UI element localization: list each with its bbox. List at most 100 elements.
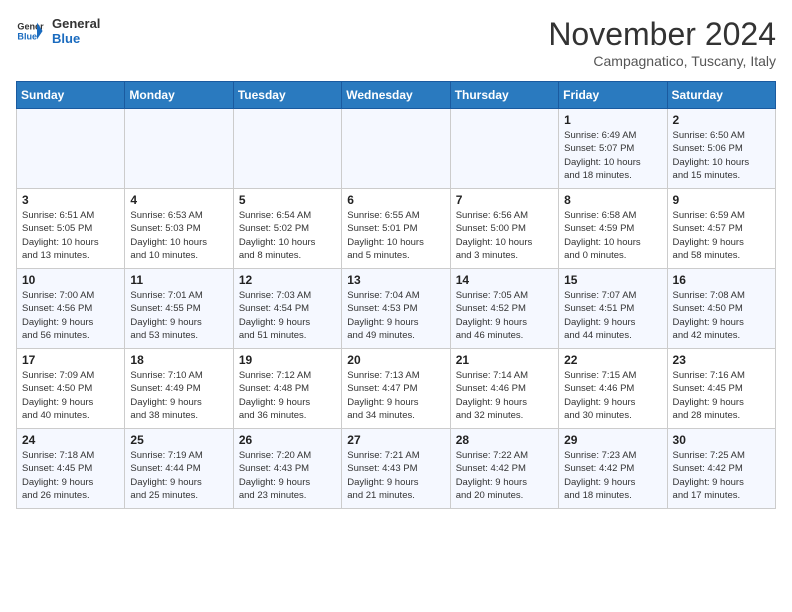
calendar-cell: 17Sunrise: 7:09 AMSunset: 4:50 PMDayligh… — [17, 349, 125, 429]
day-info-line: Daylight: 9 hours — [564, 317, 635, 328]
day-info-line: and 58 minutes. — [673, 250, 741, 261]
day-info-line: Daylight: 9 hours — [456, 477, 527, 488]
day-info-line: Sunrise: 7:19 AM — [130, 450, 202, 461]
day-info-line: Sunrise: 6:50 AM — [673, 130, 745, 141]
day-info-line: and 0 minutes. — [564, 250, 626, 261]
day-info-line: Sunrise: 7:05 AM — [456, 290, 528, 301]
logo-text-blue: Blue — [52, 31, 100, 46]
day-info-line: Sunset: 5:06 PM — [673, 143, 743, 154]
calendar-cell: 2Sunrise: 6:50 AMSunset: 5:06 PMDaylight… — [667, 109, 775, 189]
weekday-header-monday: Monday — [125, 82, 233, 109]
day-number: 9 — [673, 193, 770, 207]
day-info-line: Sunrise: 7:13 AM — [347, 370, 419, 381]
day-info-line: Daylight: 9 hours — [673, 317, 744, 328]
calendar-cell: 5Sunrise: 6:54 AMSunset: 5:02 PMDaylight… — [233, 189, 341, 269]
day-info-line: and 10 minutes. — [130, 250, 198, 261]
day-number: 26 — [239, 433, 336, 447]
day-info-line: Daylight: 9 hours — [456, 397, 527, 408]
day-info-line: Sunset: 4:48 PM — [239, 383, 309, 394]
calendar-cell — [233, 109, 341, 189]
day-number: 28 — [456, 433, 553, 447]
day-info-line: Daylight: 9 hours — [130, 317, 201, 328]
day-info: Sunrise: 6:58 AM Sunset: 4:59 PM Daylight:… — [564, 209, 661, 262]
calendar-week-1: 1Sunrise: 6:49 AMSunset: 5:07 PMDaylight… — [17, 109, 776, 189]
calendar-cell: 25Sunrise: 7:19 AMSunset: 4:44 PMDayligh… — [125, 429, 233, 509]
day-number: 13 — [347, 273, 444, 287]
day-info: Sunrise: 7:25 AMSunset: 4:42 PMDaylight:… — [673, 449, 770, 502]
day-info-line: and 5 minutes. — [347, 250, 409, 261]
day-info: Sunrise: 7:16 AMSunset: 4:45 PMDaylight:… — [673, 369, 770, 422]
calendar-week-3: 10 Sunrise: 7:00 AM Sunset: 4:56 PM Dayligh… — [17, 269, 776, 349]
calendar-cell: 10 Sunrise: 7:00 AM Sunset: 4:56 PM Dayligh… — [17, 269, 125, 349]
day-info-line: Daylight: 9 hours — [130, 397, 201, 408]
day-info-line: and 36 minutes. — [239, 410, 307, 421]
day-info-line: and 20 minutes. — [456, 490, 524, 501]
day-number: 18 — [130, 353, 227, 367]
day-info-line: Sunrise: 6:56 AM — [456, 210, 528, 221]
calendar-cell: 7 Sunrise: 6:56 AMSunset: 5:00 PMDaylight… — [450, 189, 558, 269]
day-info-line: Daylight: 9 hours — [130, 477, 201, 488]
day-info-line: Daylight: 10 hours — [347, 237, 424, 248]
page-header: General Blue General Blue November 2024 … — [16, 16, 776, 69]
day-info-line: Sunrise: 7:25 AM — [673, 450, 745, 461]
day-info-line: Daylight: 9 hours — [239, 477, 310, 488]
day-info-line: Sunset: 4:42 PM — [456, 463, 526, 474]
day-info-line: Sunset: 4:59 PM — [564, 223, 634, 234]
day-info-line: Daylight: 10 hours — [564, 237, 641, 248]
day-number: 7 — [456, 193, 553, 207]
day-info-line: Sunset: 4:49 PM — [130, 383, 200, 394]
day-info: Sunrise: 7:21 AMSunset: 4:43 PMDaylight:… — [347, 449, 444, 502]
day-info-line: Sunset: 4:47 PM — [347, 383, 417, 394]
day-info-line: Daylight: 9 hours — [22, 317, 93, 328]
day-info-line: Sunrise: 6:49 AM — [564, 130, 636, 141]
day-info-line: and 25 minutes. — [130, 490, 198, 501]
logo-icon: General Blue — [16, 17, 44, 45]
day-number: 8 — [564, 193, 661, 207]
day-info-line: Daylight: 9 hours — [347, 477, 418, 488]
day-info-line: Sunrise: 6:58 AM — [564, 210, 636, 221]
day-info-line: Daylight: 9 hours — [456, 317, 527, 328]
day-number: 23 — [673, 353, 770, 367]
calendar-week-2: 3Sunrise: 6:51 AMSunset: 5:05 PMDaylight… — [17, 189, 776, 269]
calendar-cell: 13Sunrise: 7:04 AMSunset: 4:53 PMDayligh… — [342, 269, 450, 349]
day-info-line: Daylight: 9 hours — [22, 477, 93, 488]
day-info-line: and 56 minutes. — [22, 330, 90, 341]
day-info-line: Sunset: 4:46 PM — [456, 383, 526, 394]
weekday-header-friday: Friday — [559, 82, 667, 109]
day-info-line: Daylight: 9 hours — [22, 397, 93, 408]
calendar-cell: 8 Sunrise: 6:58 AM Sunset: 4:59 PM Daylight… — [559, 189, 667, 269]
calendar-week-5: 24Sunrise: 7:18 AMSunset: 4:45 PMDayligh… — [17, 429, 776, 509]
calendar-cell: 28 Sunrise: 7:22 AM Sunset: 4:42 PM Dayligh… — [450, 429, 558, 509]
day-info-line: Sunrise: 7:00 AM — [22, 290, 94, 301]
day-info-line: and 40 minutes. — [22, 410, 90, 421]
day-info-line: and 17 minutes. — [673, 490, 741, 501]
calendar-cell: 12Sunrise: 7:03 AMSunset: 4:54 PMDayligh… — [233, 269, 341, 349]
day-info-line: Daylight: 9 hours — [347, 317, 418, 328]
calendar-cell — [17, 109, 125, 189]
day-info-line: Sunset: 4:42 PM — [673, 463, 743, 474]
day-info-line: Sunrise: 7:07 AM — [564, 290, 636, 301]
day-number: 4 — [130, 193, 227, 207]
day-info-line: Daylight: 10 hours — [22, 237, 99, 248]
calendar-cell: 15Sunrise: 7:07 AMSunset: 4:51 PMDayligh… — [559, 269, 667, 349]
day-info-line: Sunset: 4:44 PM — [130, 463, 200, 474]
weekday-header-tuesday: Tuesday — [233, 82, 341, 109]
day-info-line: Sunset: 4:56 PM — [22, 303, 92, 314]
day-info-line: Sunrise: 7:22 AM — [456, 450, 528, 461]
day-info-line: Sunset: 5:01 PM — [347, 223, 417, 234]
day-info: Sunrise: 6:56 AMSunset: 5:00 PMDaylight:… — [456, 209, 553, 262]
day-info-line: Sunset: 4:50 PM — [22, 383, 92, 394]
day-info-line: Sunrise: 7:21 AM — [347, 450, 419, 461]
day-info-line: Sunset: 4:52 PM — [456, 303, 526, 314]
calendar-cell: 23 Sunrise: 7:16 AMSunset: 4:45 PMDayligh… — [667, 349, 775, 429]
day-info-line: Sunset: 4:42 PM — [564, 463, 634, 474]
calendar-cell — [450, 109, 558, 189]
day-number: 10 — [22, 273, 119, 287]
day-info-line: Sunrise: 7:23 AM — [564, 450, 636, 461]
day-number: 27 — [347, 433, 444, 447]
day-number: 12 — [239, 273, 336, 287]
title-block: November 2024 Campagnatico, Tuscany, Ita… — [548, 16, 776, 69]
svg-text:Blue: Blue — [17, 31, 37, 41]
day-number: 29 — [564, 433, 661, 447]
day-number: 15 — [564, 273, 661, 287]
